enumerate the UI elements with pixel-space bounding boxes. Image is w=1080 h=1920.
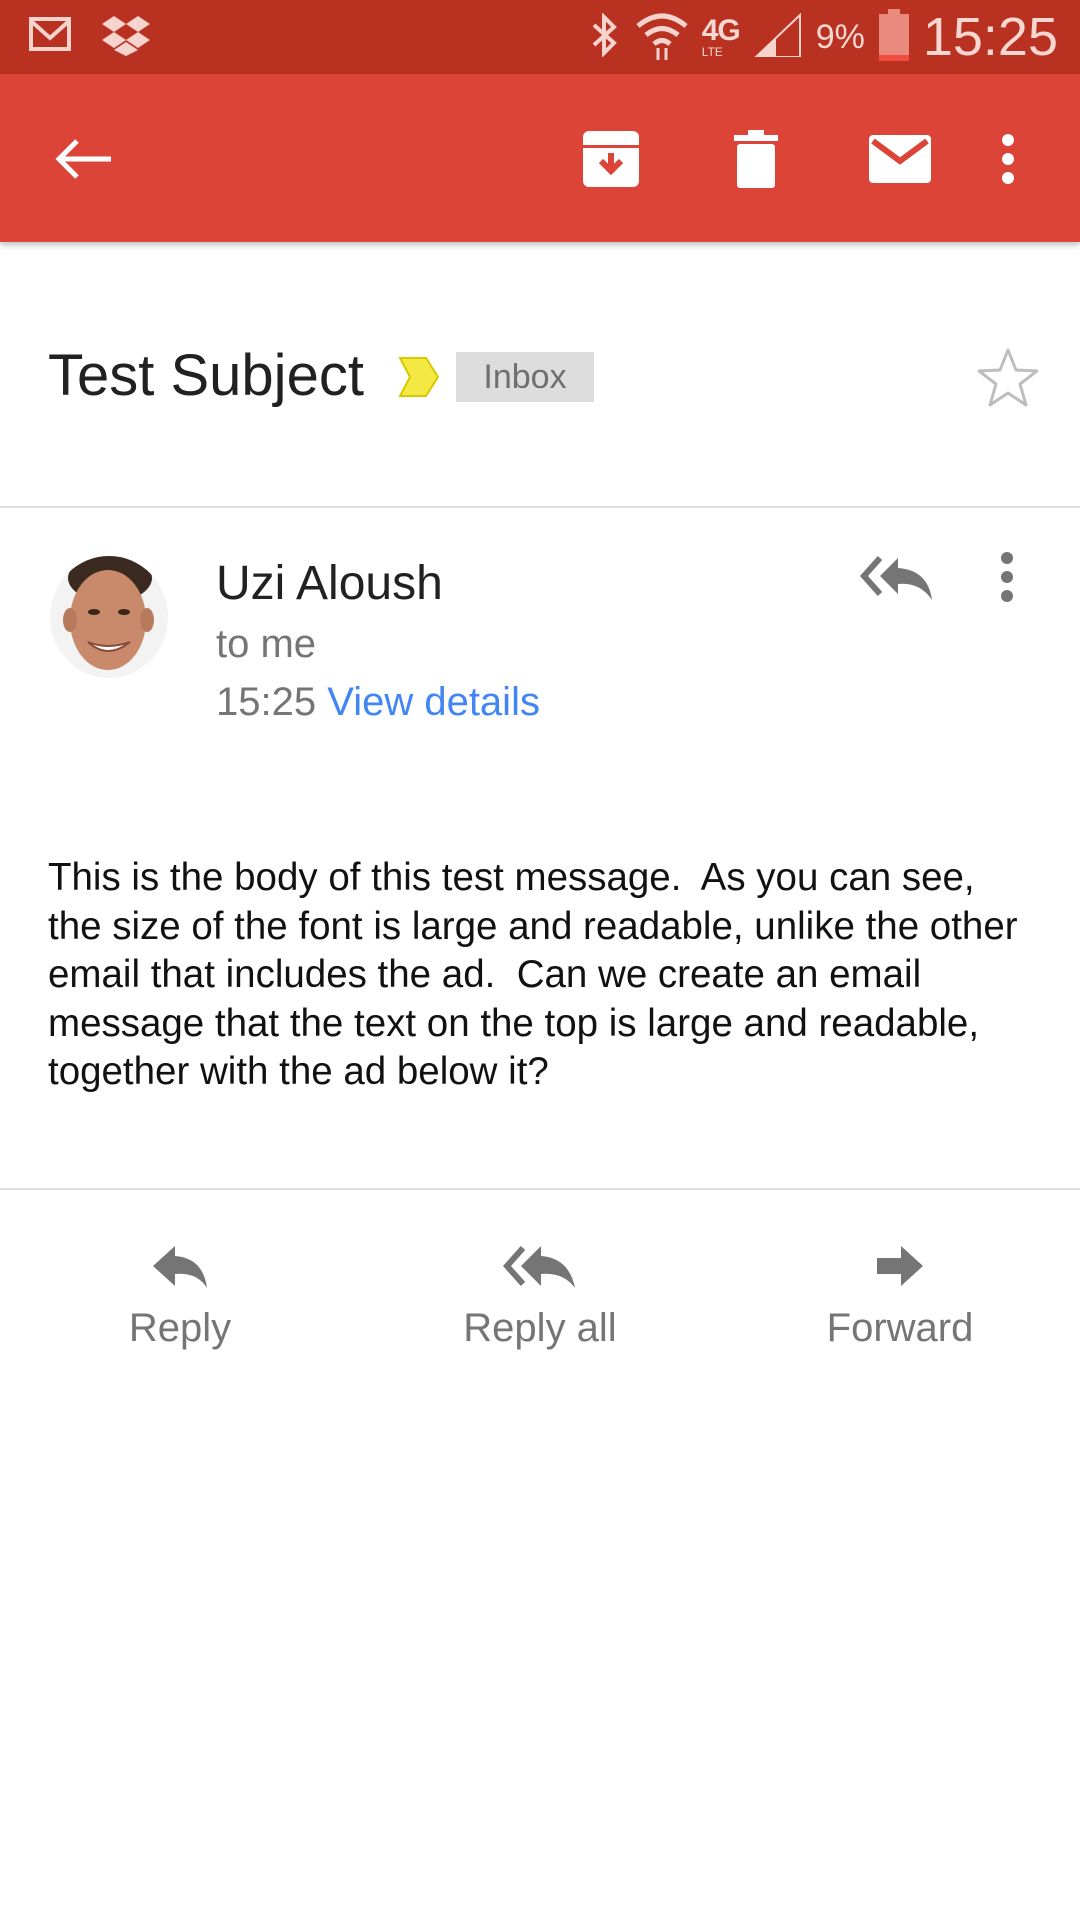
reply-label: Reply: [128, 1306, 232, 1350]
battery-percent: 9%: [815, 17, 865, 56]
recipient-line: to me: [216, 622, 317, 666]
star-icon: [977, 348, 1039, 407]
delete-button[interactable]: [711, 114, 801, 204]
reply-all-button[interactable]: Reply all: [420, 1232, 660, 1362]
bluetooth-icon: [588, 11, 622, 62]
signal-icon: [753, 12, 802, 62]
network-type-label: 4G: [701, 14, 741, 47]
archive-button[interactable]: [566, 114, 656, 204]
forward-icon: [877, 1246, 923, 1286]
mark-unread-button[interactable]: [855, 114, 945, 204]
mark-unread-icon: [869, 135, 931, 183]
forward-label: Forward: [826, 1306, 974, 1350]
more-vert-icon: [1002, 134, 1014, 184]
back-arrow-icon: [55, 139, 111, 179]
more-options-button[interactable]: [963, 114, 1053, 204]
message-body: This is the body of this test message. A…: [48, 856, 1029, 1093]
gmail-notification-icon: [28, 14, 72, 61]
forward-button[interactable]: Forward: [780, 1232, 1020, 1362]
dropbox-notification-icon: [102, 14, 150, 61]
battery-icon: [878, 8, 909, 66]
archive-icon: [583, 131, 639, 187]
reply-all-icon: [503, 1246, 575, 1288]
sender-name[interactable]: Uzi Aloush: [216, 556, 443, 611]
email-subject: Test Subject: [48, 343, 364, 408]
app-bar: [0, 74, 1080, 242]
status-bar: 4G LTE 9% 15:25: [0, 0, 1080, 74]
reply-all-label: Reply all: [463, 1306, 617, 1350]
inbox-label-badge[interactable]: Inbox: [456, 352, 594, 402]
divider: [0, 1188, 1080, 1190]
time-and-details: 15:25 View details: [216, 680, 540, 725]
star-button[interactable]: [976, 346, 1040, 410]
sender-avatar[interactable]: [50, 556, 168, 678]
reply-button[interactable]: Reply: [60, 1232, 300, 1362]
back-button[interactable]: [38, 114, 128, 204]
status-clock: 15:25: [922, 7, 1058, 67]
more-vert-icon: [1001, 552, 1013, 602]
reply-icon: [153, 1246, 207, 1288]
message-more-button[interactable]: [1000, 552, 1040, 612]
network-sub-label: LTE: [701, 45, 723, 59]
wifi-icon: [636, 10, 688, 65]
reply-all-icon: [859, 556, 932, 600]
view-details-link[interactable]: View details: [327, 680, 540, 724]
importance-marker-icon[interactable]: [398, 354, 440, 405]
reply-all-header-button[interactable]: [858, 552, 948, 612]
email-time: 15:25: [216, 680, 317, 724]
delete-icon: [734, 130, 778, 188]
